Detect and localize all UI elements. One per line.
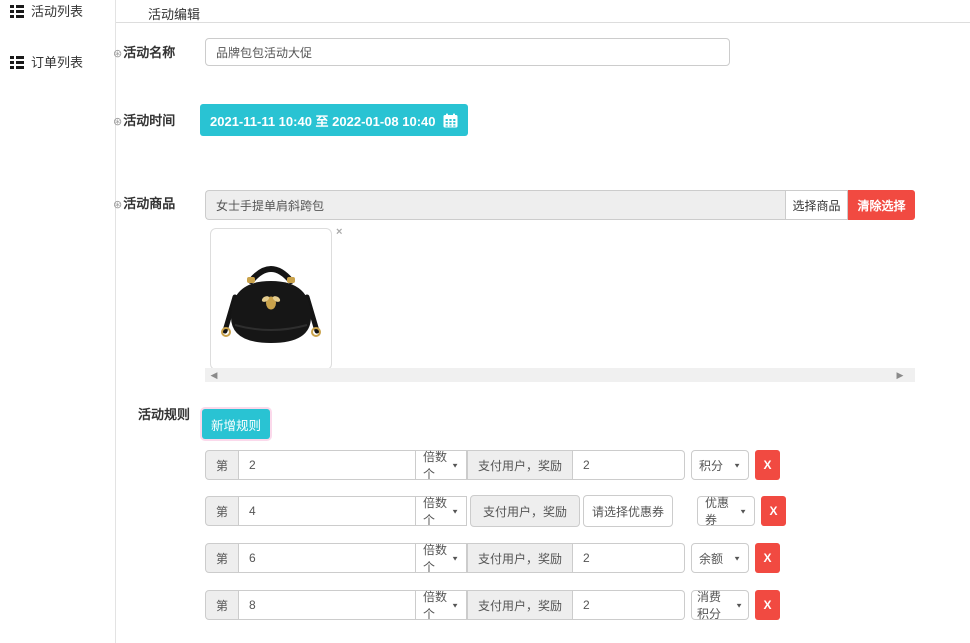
sidebar-item-order-list[interactable]: 订单列表 bbox=[10, 52, 83, 71]
activity-edit-page: 活动列表 订单列表 活动编辑 ⊛活动名称 ⊛活动时间 2021-11-11 10… bbox=[0, 0, 970, 643]
multiplier-select[interactable]: 倍数个 ▼ bbox=[415, 450, 467, 480]
activity-rules-label: 活动规则 bbox=[138, 404, 190, 423]
rule-row: 第 倍数个 ▼ 支付用户，奖励 消费积分 ▼ X bbox=[205, 590, 780, 620]
date-range-button[interactable]: 2021-11-11 10:40 至 2022-01-08 10:40 bbox=[200, 104, 468, 136]
rule-prefix: 第 bbox=[205, 590, 239, 620]
rule-prefix: 第 bbox=[205, 450, 239, 480]
rule-count-input[interactable] bbox=[239, 496, 415, 526]
clear-selection-button[interactable]: 清除选择 bbox=[848, 190, 915, 220]
choose-coupon-button[interactable]: 请选择优惠券 bbox=[583, 495, 673, 527]
multiplier-select[interactable]: 倍数个 ▼ bbox=[415, 590, 467, 620]
caret-down-icon: ▼ bbox=[739, 507, 747, 514]
sidebar-item-label: 活动列表 bbox=[31, 1, 83, 20]
delete-rule-button[interactable]: X bbox=[755, 450, 780, 480]
product-name-field[interactable]: 女士手提单肩斜跨包 bbox=[205, 190, 785, 220]
caret-down-icon: ▼ bbox=[735, 601, 743, 608]
delete-rule-button[interactable]: X bbox=[761, 496, 786, 526]
tab-activity-edit[interactable]: 活动编辑 bbox=[148, 4, 200, 23]
select-product-button[interactable]: 选择商品 bbox=[785, 190, 848, 220]
scroll-left-icon[interactable]: ◀ bbox=[207, 368, 221, 382]
reward-type-select[interactable]: 消费积分 ▼ bbox=[691, 590, 749, 620]
sidebar-item-label: 订单列表 bbox=[31, 52, 83, 71]
activity-name-label: ⊛活动名称 bbox=[113, 42, 175, 61]
caret-down-icon: ▼ bbox=[451, 554, 459, 561]
list-icon bbox=[10, 4, 24, 18]
rule-row: 第 倍数个 ▼ 支付用户，奖励 余额 ▼ X bbox=[205, 543, 780, 573]
reward-value-input[interactable] bbox=[573, 543, 685, 573]
required-mark-icon: ⊛ bbox=[113, 48, 122, 60]
handbag-image bbox=[219, 239, 323, 359]
rule-count-input[interactable] bbox=[239, 590, 415, 620]
reward-value-input[interactable] bbox=[573, 590, 685, 620]
tab-bar: 活动编辑 bbox=[116, 0, 970, 23]
horizontal-scrollbar[interactable]: ◀ ▶ bbox=[205, 368, 915, 382]
activity-time-label: ⊛活动时间 bbox=[113, 110, 175, 129]
rule-count-input[interactable] bbox=[239, 450, 415, 480]
remove-product-icon[interactable]: × bbox=[336, 226, 342, 238]
reward-value-input[interactable] bbox=[573, 450, 685, 480]
reward-type-select[interactable]: 优惠券 ▼ bbox=[697, 496, 755, 526]
caret-down-icon: ▼ bbox=[451, 507, 459, 514]
product-group: 女士手提单肩斜跨包 选择商品 清除选择 bbox=[205, 190, 915, 220]
scroll-right-icon[interactable]: ▶ bbox=[893, 368, 907, 382]
reward-label: 支付用户，奖励 bbox=[467, 543, 573, 573]
rule-row: 第 倍数个 ▼ 支付用户，奖励 积分 ▼ X bbox=[205, 450, 780, 480]
caret-down-icon: ▼ bbox=[733, 554, 741, 561]
reward-type-select[interactable]: 积分 ▼ bbox=[691, 450, 749, 480]
caret-down-icon: ▼ bbox=[451, 601, 459, 608]
required-mark-icon: ⊛ bbox=[113, 199, 122, 211]
caret-down-icon: ▼ bbox=[451, 461, 459, 468]
rule-row: 第 倍数个 ▼ 支付用户，奖励 请选择优惠券 优惠券 ▼ X bbox=[205, 494, 786, 528]
rule-count-input[interactable] bbox=[239, 543, 415, 573]
required-mark-icon: ⊛ bbox=[113, 116, 122, 128]
list-icon bbox=[10, 55, 24, 69]
delete-rule-button[interactable]: X bbox=[755, 590, 780, 620]
sidebar-item-activity-list[interactable]: 活动列表 bbox=[10, 1, 83, 20]
activity-product-label: ⊛活动商品 bbox=[113, 193, 175, 212]
rule-prefix: 第 bbox=[205, 543, 239, 573]
rule-prefix: 第 bbox=[205, 496, 239, 526]
activity-name-input[interactable] bbox=[205, 38, 730, 66]
delete-rule-button[interactable]: X bbox=[755, 543, 780, 573]
product-card bbox=[210, 228, 332, 370]
reward-label: 支付用户，奖励 bbox=[467, 450, 573, 480]
reward-label-button[interactable]: 支付用户，奖励 bbox=[470, 495, 580, 527]
sidebar: 活动列表 订单列表 bbox=[0, 0, 116, 643]
date-range-text: 2021-11-11 10:40 至 2022-01-08 10:40 bbox=[210, 111, 436, 130]
multiplier-select[interactable]: 倍数个 ▼ bbox=[415, 496, 467, 526]
multiplier-select[interactable]: 倍数个 ▼ bbox=[415, 543, 467, 573]
caret-down-icon: ▼ bbox=[733, 461, 741, 468]
add-rule-button[interactable]: 新增规则 bbox=[202, 409, 270, 439]
reward-type-select[interactable]: 余额 ▼ bbox=[691, 543, 749, 573]
calendar-icon bbox=[443, 113, 458, 128]
reward-label: 支付用户，奖励 bbox=[467, 590, 573, 620]
